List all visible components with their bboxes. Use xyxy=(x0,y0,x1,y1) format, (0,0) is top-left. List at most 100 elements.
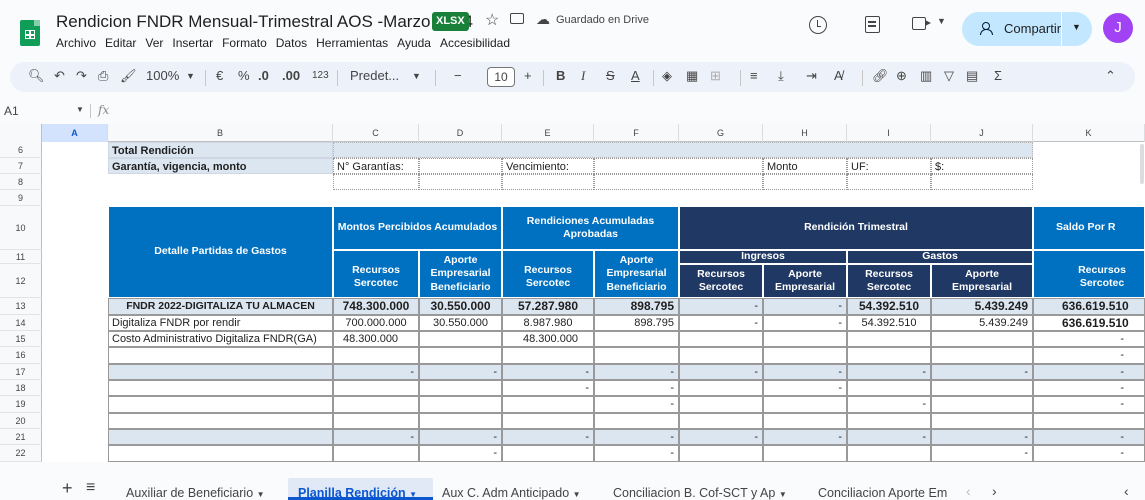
cell[interactable] xyxy=(594,174,763,190)
scroll-tabs-right-icon[interactable]: › xyxy=(992,483,997,499)
table-cell[interactable] xyxy=(419,396,502,413)
text-wrap-icon[interactable]: ⇥ xyxy=(806,68,817,84)
functions-button[interactable]: Σ xyxy=(994,68,1002,83)
cell-g15[interactable] xyxy=(679,331,763,347)
table-cell[interactable] xyxy=(419,347,502,364)
cell-f13[interactable]: 898.795 xyxy=(594,298,679,315)
italic-button[interactable]: I xyxy=(581,68,585,84)
menu-herramientas[interactable]: Herramientas xyxy=(316,36,388,50)
merge-cells-icon[interactable]: ⊞ xyxy=(710,68,721,84)
table-cell[interactable] xyxy=(333,445,419,462)
cell[interactable] xyxy=(502,174,594,190)
chevron-down-icon[interactable]: ▼ xyxy=(186,71,195,81)
cell-e13[interactable]: 57.287.980 xyxy=(502,298,594,315)
table-cell[interactable] xyxy=(679,413,763,429)
chevron-down-icon[interactable]: ▼ xyxy=(1072,22,1081,32)
cell-k13[interactable]: 636.619.510 xyxy=(1033,298,1145,315)
header-recursos-sercotec[interactable]: Recursos Sercotec xyxy=(679,264,763,298)
menu-archivo[interactable]: Archivo xyxy=(56,36,96,50)
cell-j15[interactable] xyxy=(931,331,1033,347)
all-sheets-icon[interactable]: ≡ xyxy=(86,479,95,497)
table-cell[interactable] xyxy=(763,445,847,462)
table-cell[interactable] xyxy=(333,396,419,413)
star-icon[interactable]: ☆ xyxy=(485,10,499,30)
header-recursos-sercotec[interactable]: Recursos Sercotec xyxy=(502,250,594,298)
cell-g13[interactable]: - xyxy=(679,298,763,315)
cell-d13[interactable]: 30.550.000 xyxy=(419,298,502,315)
row-header[interactable]: 12 xyxy=(0,264,42,298)
row-header[interactable]: 8 xyxy=(0,174,42,190)
table-cell[interactable] xyxy=(419,380,502,396)
header-aporte-empresarial[interactable]: Aporte Empresarial xyxy=(763,264,847,298)
cell-k14[interactable]: 636.619.510 xyxy=(1033,315,1145,331)
table-cell[interactable] xyxy=(931,347,1033,364)
fill-color-icon[interactable]: ◈ xyxy=(662,68,672,84)
cell-j13[interactable]: 5.439.249 xyxy=(931,298,1033,315)
table-cell[interactable]: - xyxy=(594,396,679,413)
table-cell[interactable]: - xyxy=(679,429,763,445)
table-cell[interactable]: - xyxy=(594,445,679,462)
row-header[interactable]: 10 xyxy=(0,206,42,250)
table-cell[interactable] xyxy=(679,347,763,364)
row-header[interactable]: 17 xyxy=(0,364,42,380)
table-cell[interactable]: - xyxy=(847,396,931,413)
table-cell[interactable] xyxy=(108,396,333,413)
name-box[interactable]: A1 xyxy=(4,104,19,118)
cell-i15[interactable] xyxy=(847,331,931,347)
explore-collapse-icon[interactable]: ‹ xyxy=(1124,483,1129,499)
collapse-menu-icon[interactable]: ⌃ xyxy=(1105,68,1116,84)
table-cell[interactable] xyxy=(679,445,763,462)
table-cell[interactable] xyxy=(108,429,333,445)
n-garantias-label[interactable]: N° Garantías: xyxy=(333,158,419,174)
align-vertical-icon[interactable]: ⤓ xyxy=(778,68,784,84)
menu-accesibilidad[interactable]: Accesibilidad xyxy=(440,36,510,50)
cell[interactable] xyxy=(931,174,1033,190)
select-all-corner[interactable] xyxy=(0,124,42,142)
table-cell[interactable] xyxy=(333,347,419,364)
cell-e14[interactable]: 8.987.980 xyxy=(502,315,594,331)
cell-c14[interactable]: 700.000.000 xyxy=(333,315,419,331)
cell-f15[interactable] xyxy=(594,331,679,347)
header-aporte-empresarial-beneficiario[interactable]: Aporte Empresarial Beneficiario xyxy=(594,250,679,298)
paint-format-icon[interactable]: 🖌︎ xyxy=(120,68,137,84)
cell-i14[interactable]: 54.392.510 xyxy=(847,315,931,331)
sheet-tab-conciliacion-b[interactable]: Conciliacion B. Cof-SCT y Ap ▼ xyxy=(613,486,787,500)
chevron-down-icon[interactable]: ▼ xyxy=(779,490,787,499)
cell-g14[interactable]: - xyxy=(679,315,763,331)
column-header-a[interactable]: A xyxy=(42,124,108,142)
table-cell[interactable]: - xyxy=(1033,445,1145,462)
monto-label[interactable]: Monto xyxy=(763,158,847,174)
cell-k15[interactable]: - xyxy=(1033,331,1145,347)
row-label-costo-administrativo[interactable]: Costo Administrativo Digitaliza FNDR(GA) xyxy=(108,331,333,347)
table-cell[interactable] xyxy=(594,347,679,364)
garantia-label[interactable]: Garantía, vigencia, monto xyxy=(108,158,333,174)
font-size-input[interactable]: 10 xyxy=(487,67,515,87)
menu-formato[interactable]: Formato xyxy=(222,36,267,50)
table-cell[interactable] xyxy=(502,347,594,364)
table-cell[interactable] xyxy=(108,364,333,380)
cell-i13[interactable]: 54.392.510 xyxy=(847,298,931,315)
table-cell[interactable]: - xyxy=(594,380,679,396)
column-header-k[interactable]: K xyxy=(1033,124,1145,142)
insert-comment-icon[interactable]: ⊕ xyxy=(896,68,907,84)
sheet-tab-conciliacion-aporte[interactable]: Conciliacion Aporte Em xyxy=(818,486,947,500)
table-cell[interactable] xyxy=(679,380,763,396)
sheet-tab-auxiliar-beneficiario[interactable]: Auxiliar de Beneficiario ▼ xyxy=(126,486,265,500)
uf-label[interactable]: UF: xyxy=(847,158,931,174)
cell-h14[interactable]: - xyxy=(763,315,847,331)
bold-button[interactable]: B xyxy=(556,68,565,83)
menu-datos[interactable]: Datos xyxy=(276,36,307,50)
row-header[interactable]: 11 xyxy=(0,250,42,264)
row-header[interactable]: 21 xyxy=(0,429,42,445)
table-cell[interactable] xyxy=(763,413,847,429)
table-cell[interactable]: - xyxy=(1033,347,1145,364)
align-horizontal-icon[interactable]: ≡ xyxy=(750,68,758,83)
table-cell[interactable] xyxy=(502,413,594,429)
table-cell[interactable]: - xyxy=(1033,429,1145,445)
chevron-down-icon[interactable]: ▼ xyxy=(937,16,946,26)
column-header-d[interactable]: D xyxy=(419,124,502,142)
row-header[interactable]: 9 xyxy=(0,190,42,206)
total-rendicion-label[interactable]: Total Rendición xyxy=(108,142,333,158)
cell[interactable] xyxy=(333,174,419,190)
table-cell[interactable] xyxy=(502,445,594,462)
